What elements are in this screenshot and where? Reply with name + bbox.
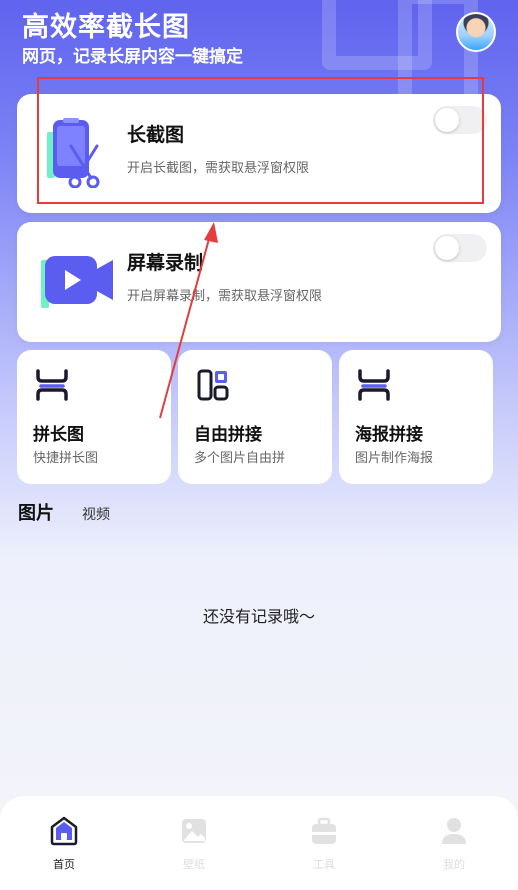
nav-item-tools[interactable]: 工具: [284, 816, 364, 872]
empty-state-text: 还没有记录哦～: [202, 607, 315, 626]
avatar[interactable]: [456, 12, 496, 52]
bottom-nav: 首页 壁纸 工具 我的: [0, 796, 518, 890]
tool-title: 海报拼接: [355, 425, 423, 445]
nav-item-home[interactable]: 首页: [24, 816, 104, 872]
nav-label: 工具: [313, 858, 335, 871]
home-icon: [50, 816, 78, 846]
tab-images[interactable]: 图片: [18, 499, 54, 525]
nav-item-profile[interactable]: 我的: [414, 816, 494, 872]
tool-title: 拼长图: [33, 425, 84, 445]
stitch-icon: [35, 368, 69, 402]
screen-record-card[interactable]: 屏幕录制 开启屏幕录制，需获取悬浮窗权限: [17, 222, 501, 342]
media-tabs: 图片 视频: [18, 499, 110, 525]
tool-subtitle: 多个图片自由拼: [194, 451, 286, 466]
card-description: 开启屏幕录制，需获取悬浮窗权限: [127, 289, 323, 304]
toggle-knob: [435, 236, 459, 260]
tool-subtitle: 快捷拼长图: [33, 451, 99, 466]
tool-title: 自由拼接: [194, 425, 262, 445]
tool-subtitle: 图片制作海报: [355, 451, 434, 466]
user-icon: [440, 816, 468, 846]
nav-label: 首页: [53, 858, 75, 871]
stitch-long-image-tool[interactable]: 拼长图 快捷拼长图: [17, 350, 171, 484]
poster-stitch-tool[interactable]: 海报拼接 图片制作海报: [339, 350, 493, 484]
header: 高效率截长图 网页，记录长屏内容一键搞定: [22, 10, 243, 68]
page-subtitle: 网页，记录长屏内容一键搞定: [22, 47, 243, 67]
nav-label: 壁纸: [183, 858, 205, 871]
poster-stitch-icon: [357, 368, 391, 402]
nav-label: 我的: [443, 858, 465, 871]
picture-icon: [180, 816, 208, 846]
page-title: 高效率截长图: [22, 12, 190, 43]
video-camera-icon: [41, 244, 119, 316]
tab-videos[interactable]: 视频: [82, 504, 110, 524]
screen-record-toggle[interactable]: [433, 234, 487, 262]
annotation-highlight-box: [37, 77, 484, 204]
nav-item-wallpaper[interactable]: 壁纸: [154, 816, 234, 872]
toolbox-icon: [310, 816, 338, 846]
free-stitch-tool[interactable]: 自由拼接 多个图片自由拼: [178, 350, 332, 484]
grid-icon: [196, 368, 230, 402]
card-title: 屏幕录制: [127, 252, 204, 274]
tools-row: 拼长图 快捷拼长图 自由拼接 多个图片自由拼 海报拼接 图片制作海报: [17, 350, 501, 484]
